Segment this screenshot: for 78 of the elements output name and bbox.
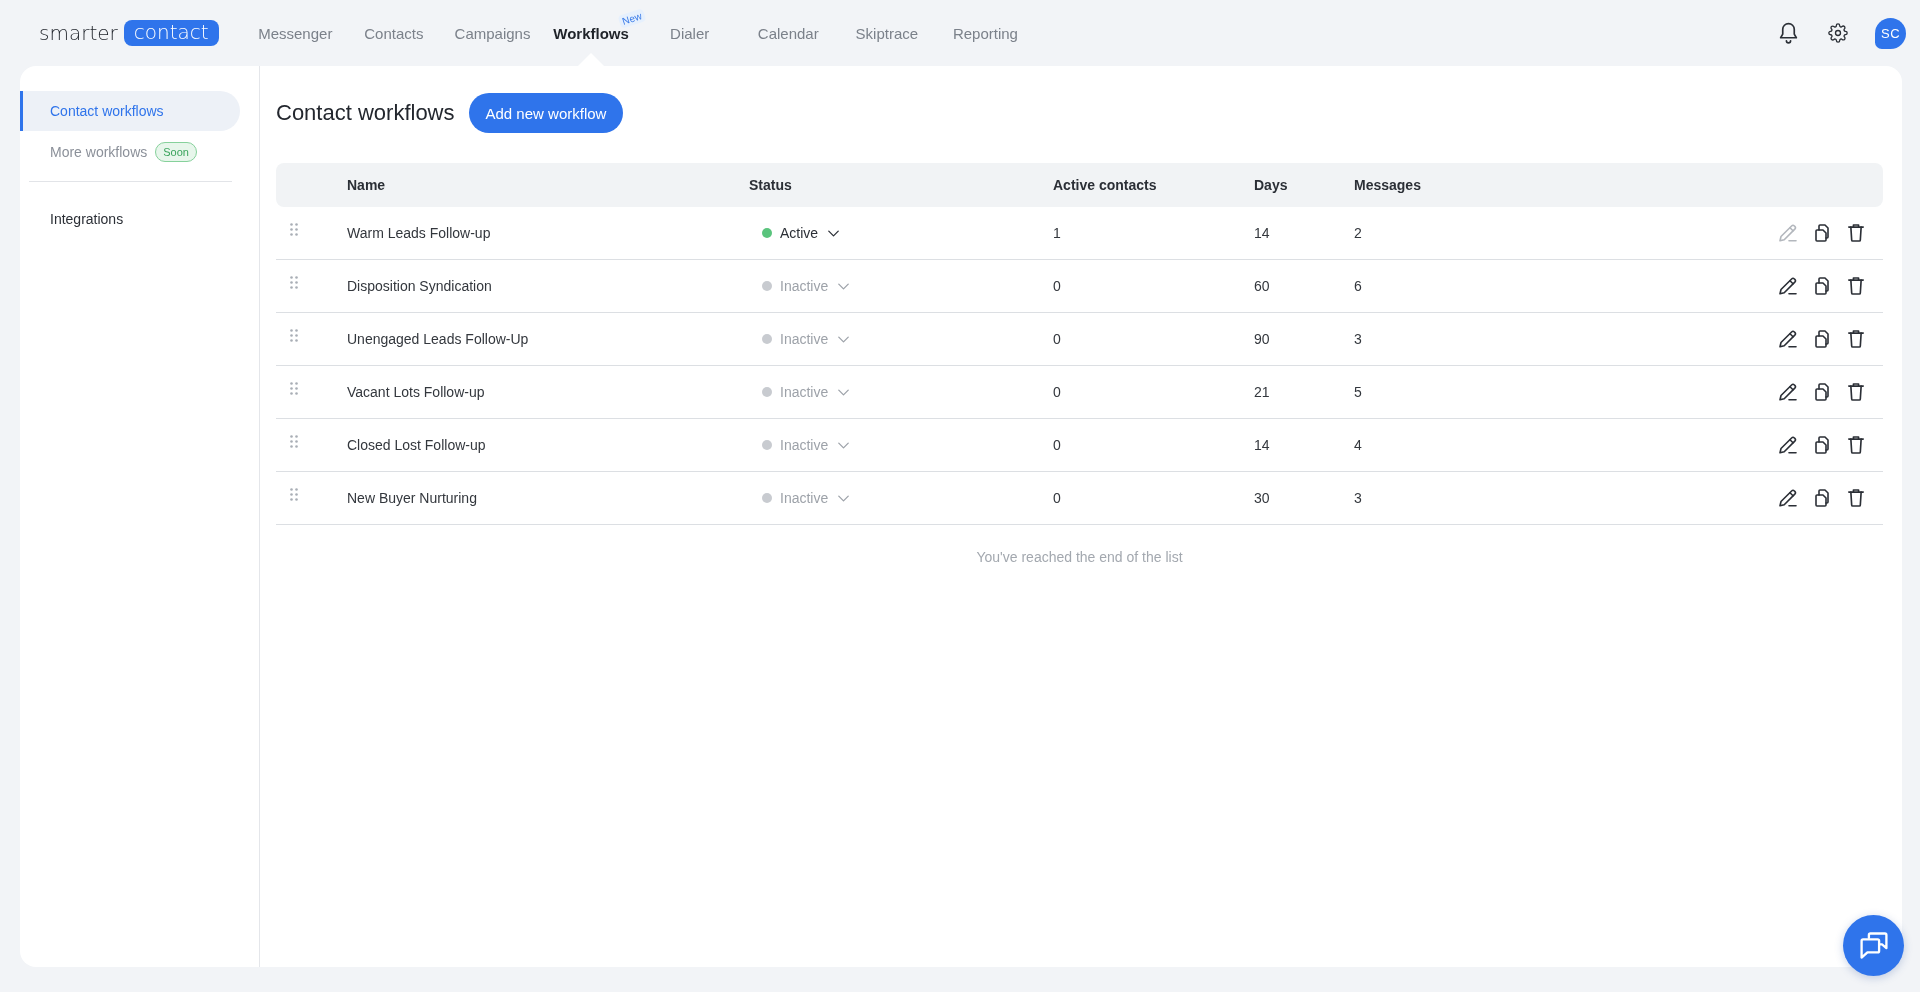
drag-handle-icon[interactable]	[290, 434, 298, 448]
nav-tab[interactable]: Dialer	[670, 24, 710, 42]
nav-tab[interactable]: Skiptrace	[855, 24, 919, 42]
table-cell: 14	[1254, 225, 1270, 241]
table-cell: 21	[1254, 384, 1270, 400]
table-cell: New Buyer Nurturing	[347, 490, 477, 506]
drag-handle-icon[interactable]	[290, 275, 298, 289]
chevron-down-icon	[828, 229, 840, 237]
nav-tab[interactable]: Reporting	[952, 24, 1018, 42]
table-cell: 3	[1354, 490, 1362, 506]
copy-icon[interactable]	[1813, 330, 1831, 348]
settings-icon[interactable]	[1828, 23, 1848, 43]
column-header: Messages	[1354, 177, 1421, 193]
drag-handle-icon[interactable]	[290, 222, 298, 236]
chevron-down-icon	[838, 388, 850, 396]
column-header: Active contacts	[1053, 177, 1157, 193]
drag-handle-icon[interactable]	[290, 487, 298, 501]
column-header: Status	[749, 177, 792, 193]
table-cell: 0	[1053, 437, 1061, 453]
table-cell: 0	[1053, 490, 1061, 506]
copy-icon[interactable]	[1813, 224, 1831, 242]
copy-icon[interactable]	[1813, 383, 1831, 401]
logo: smarter contact	[39, 20, 219, 46]
sidebar-item[interactable]: Contact workflows	[20, 91, 240, 131]
drag-handle-icon[interactable]	[290, 328, 298, 342]
end-of-list-text: You've reached the end of the list	[976, 549, 1183, 565]
status-dropdown[interactable]: Active	[762, 225, 840, 241]
table-cell: Warm Leads Follow-up	[347, 225, 491, 241]
column-header: Name	[347, 177, 386, 193]
table-cell: 2	[1354, 225, 1362, 241]
table-cell: 30	[1254, 490, 1270, 506]
chevron-down-icon	[838, 282, 850, 290]
table-cell: Closed Lost Follow-up	[347, 437, 486, 453]
table-cell: 0	[1053, 384, 1061, 400]
chat-icon	[1859, 932, 1888, 959]
chevron-down-icon	[838, 494, 850, 502]
nav-tab[interactable]: Contacts	[364, 24, 424, 42]
sidebar-item[interactable]: Integrations	[20, 199, 124, 239]
trash-icon[interactable]	[1847, 436, 1865, 454]
add-workflow-button[interactable]: Add new workflow	[468, 93, 624, 133]
trash-icon[interactable]	[1847, 383, 1865, 401]
trash-icon[interactable]	[1847, 224, 1865, 242]
column-header: Days	[1254, 177, 1288, 193]
nav-tab[interactable]: Campaigns	[454, 24, 531, 42]
table-cell: 1	[1053, 225, 1061, 241]
chevron-down-icon	[838, 335, 850, 343]
trash-icon[interactable]	[1847, 489, 1865, 507]
table-cell: 0	[1053, 278, 1061, 294]
coming-soon-badge: Soon	[155, 142, 197, 162]
table-cell: 90	[1254, 331, 1270, 347]
pencil-icon[interactable]	[1779, 277, 1797, 295]
table-cell: 60	[1254, 278, 1270, 294]
table-cell: 4	[1354, 437, 1362, 453]
copy-icon[interactable]	[1813, 436, 1831, 454]
pencil-icon[interactable]	[1779, 489, 1797, 507]
table-cell: Vacant Lots Follow-up	[347, 384, 485, 400]
nav-tab[interactable]: Calendar	[757, 24, 819, 42]
pencil-icon[interactable]	[1779, 436, 1797, 454]
table-cell: 6	[1354, 278, 1362, 294]
user-avatar[interactable]: SC	[1875, 17, 1906, 49]
chevron-down-icon	[838, 441, 850, 449]
copy-icon[interactable]	[1813, 489, 1831, 507]
table-cell: 3	[1354, 331, 1362, 347]
new-badge: New	[617, 8, 647, 29]
trash-icon[interactable]	[1847, 330, 1865, 348]
pencil-icon[interactable]	[1779, 383, 1797, 401]
bell-icon[interactable]	[1779, 22, 1798, 44]
table-cell: 5	[1354, 384, 1362, 400]
copy-icon[interactable]	[1813, 277, 1831, 295]
pencil-icon[interactable]	[1779, 330, 1797, 348]
table-cell: 14	[1254, 437, 1270, 453]
table-cell: Unengaged Leads Follow-Up	[347, 331, 529, 347]
page-title: Contact workflows	[276, 100, 455, 126]
nav-tab[interactable]: Messenger	[258, 24, 333, 42]
table-cell: Disposition Syndication	[347, 278, 492, 294]
drag-handle-icon[interactable]	[290, 381, 298, 395]
trash-icon[interactable]	[1847, 277, 1865, 295]
table-cell: 0	[1053, 331, 1061, 347]
